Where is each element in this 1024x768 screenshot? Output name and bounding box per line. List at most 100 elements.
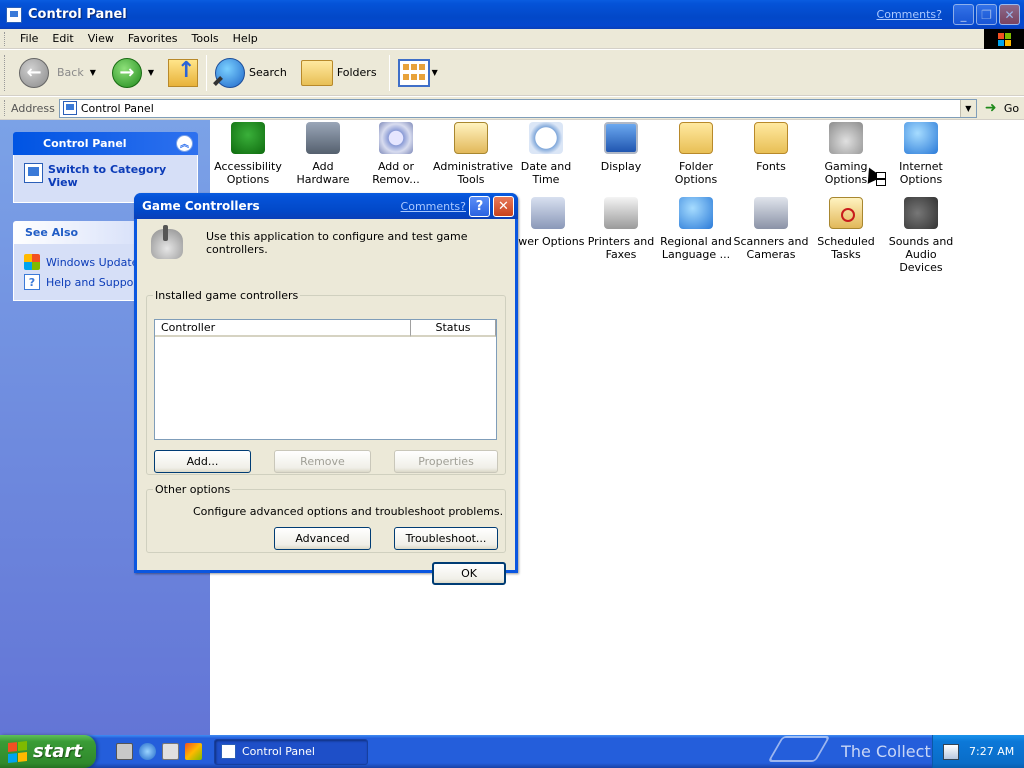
- clock-icon: [529, 122, 563, 154]
- remove-button[interactable]: Remove: [274, 450, 371, 473]
- controllers-list[interactable]: Controller Status: [154, 319, 497, 440]
- forward-dropdown-icon[interactable]: ▼: [148, 68, 154, 77]
- menu-help[interactable]: Help: [226, 32, 265, 45]
- dialog-close-button[interactable]: ✕: [493, 196, 514, 217]
- other-options-group: Other options Configure advanced options…: [146, 483, 506, 553]
- switch-to-category-view-link[interactable]: Switch to Category View: [48, 163, 189, 194]
- icon-date-and-time[interactable]: Date and Time: [508, 122, 584, 186]
- go-button[interactable]: ➜ Go: [985, 100, 1019, 116]
- menu-view[interactable]: View: [81, 32, 121, 45]
- menu-tools[interactable]: Tools: [185, 32, 226, 45]
- other-options-label: Other options: [155, 483, 231, 496]
- admin-tools-icon: [454, 122, 488, 154]
- forward-button[interactable]: → ▼: [108, 53, 158, 93]
- menu-bar: File Edit View Favorites Tools Help: [0, 29, 1024, 49]
- ok-button[interactable]: OK: [432, 562, 506, 585]
- address-dropdown-icon[interactable]: ▼: [959, 99, 976, 117]
- back-label: Back: [57, 66, 84, 79]
- control-panel-small-icon: [62, 101, 77, 115]
- close-button[interactable]: ✕: [999, 4, 1020, 25]
- show-desktop-icon[interactable]: [116, 743, 133, 760]
- icon-display[interactable]: Display: [583, 122, 659, 173]
- internet-explorer-icon[interactable]: [139, 743, 156, 760]
- icon-folder-options[interactable]: Folder Options: [658, 122, 734, 186]
- hardware-icon: [306, 122, 340, 154]
- clock[interactable]: 7:27 AM: [969, 745, 1014, 758]
- icon-internet-options[interactable]: Internet Options: [883, 122, 959, 186]
- maximize-button[interactable]: ❐: [976, 4, 997, 25]
- views-icon: [397, 58, 430, 87]
- standard-toolbar: ← Back ▼ → ▼ Search Folders ▼: [0, 50, 1024, 96]
- folders-label: Folders: [336, 66, 377, 79]
- go-arrow-icon: ➜: [984, 100, 997, 116]
- windows-explorer-icon[interactable]: [162, 743, 179, 760]
- window-title-bar[interactable]: Control Panel Comments? _ ❐ ✕: [0, 0, 1024, 29]
- menu-grip[interactable]: [4, 31, 7, 46]
- dialog-help-button[interactable]: ?: [469, 196, 490, 217]
- joystick-icon: [829, 122, 863, 154]
- help-icon: ?: [24, 274, 40, 290]
- installed-controllers-label: Installed game controllers: [155, 289, 299, 302]
- folders-icon: [300, 59, 333, 86]
- go-label: Go: [1003, 101, 1020, 115]
- comments-link[interactable]: Comments?: [877, 8, 942, 21]
- address-input[interactable]: Control Panel ▼: [58, 98, 977, 118]
- back-arrow-icon: ←: [19, 57, 49, 88]
- media-player-icon[interactable]: [185, 743, 202, 760]
- scanner-camera-icon: [754, 197, 788, 229]
- menu-file[interactable]: File: [13, 32, 45, 45]
- views-button[interactable]: ▼: [394, 53, 442, 93]
- control-panel-box-header[interactable]: Control Panel ︽: [13, 132, 198, 155]
- windows-flag-icon: [8, 740, 28, 763]
- dialog-title-bar[interactable]: Game Controllers Comments? ? ✕: [134, 193, 518, 219]
- tray-network-icon[interactable]: [943, 743, 959, 760]
- start-button[interactable]: start: [0, 735, 96, 768]
- icon-power-options[interactable]: ower Options: [510, 197, 586, 248]
- monitor-icon: [604, 122, 638, 154]
- folder-up-icon: [168, 58, 199, 87]
- menu-edit[interactable]: Edit: [45, 32, 80, 45]
- search-button[interactable]: Search: [211, 53, 291, 93]
- search-icon: [215, 57, 246, 88]
- start-label: start: [33, 741, 82, 762]
- add-button[interactable]: Add...: [154, 450, 251, 473]
- taskbar-control-panel-button[interactable]: Control Panel: [214, 738, 368, 765]
- icon-add-hardware[interactable]: Add Hardware: [285, 122, 361, 186]
- installed-controllers-group: Installed game controllers Controller St…: [146, 289, 506, 475]
- window-title: Control Panel: [28, 7, 127, 22]
- accessibility-icon: [231, 122, 265, 154]
- icon-regional-and-language[interactable]: Regional and Language ...: [658, 197, 734, 261]
- back-dropdown-icon[interactable]: ▼: [90, 68, 96, 77]
- icon-scheduled-tasks[interactable]: Scheduled Tasks: [808, 197, 884, 261]
- power-plug-icon: [531, 197, 565, 229]
- column-header-status[interactable]: Status: [411, 320, 496, 337]
- properties-button[interactable]: Properties: [394, 450, 498, 473]
- printer-icon: [604, 197, 638, 229]
- dialog-comments-link[interactable]: Comments?: [401, 200, 466, 213]
- icon-add-remove-programs[interactable]: Add or Remov...: [358, 122, 434, 186]
- menu-favorites[interactable]: Favorites: [121, 32, 185, 45]
- folder-options-icon: [679, 122, 713, 154]
- back-button[interactable]: ← Back ▼: [15, 53, 100, 93]
- advanced-button[interactable]: Advanced: [274, 527, 371, 550]
- icon-scanners-and-cameras[interactable]: Scanners and Cameras: [733, 197, 809, 261]
- busy-hourglass-icon: [876, 172, 886, 186]
- icon-accessibility-options[interactable]: Accessibility Options: [210, 122, 286, 186]
- forward-arrow-icon: →: [111, 57, 142, 88]
- globe-icon: [904, 122, 938, 154]
- search-label: Search: [249, 66, 287, 79]
- icon-printers-and-faxes[interactable]: Printers and Faxes: [583, 197, 659, 261]
- views-dropdown-icon[interactable]: ▼: [432, 68, 438, 77]
- icon-fonts[interactable]: Fonts: [733, 122, 809, 173]
- address-bar: Address Control Panel ▼ ➜ Go: [0, 97, 1024, 120]
- troubleshoot-button[interactable]: Troubleshoot...: [394, 527, 498, 550]
- address-label: Address: [11, 101, 55, 115]
- icon-sounds-and-audio-devices[interactable]: Sounds and Audio Devices: [883, 197, 959, 274]
- minimize-button[interactable]: _: [953, 4, 974, 25]
- icon-administrative-tools[interactable]: Administrative Tools: [433, 122, 513, 186]
- column-header-controller[interactable]: Controller: [155, 320, 411, 337]
- folders-button[interactable]: Folders: [297, 53, 381, 93]
- up-button[interactable]: [164, 53, 202, 93]
- speaker-icon: [904, 197, 938, 229]
- collapse-chevron-icon[interactable]: ︽: [176, 135, 193, 152]
